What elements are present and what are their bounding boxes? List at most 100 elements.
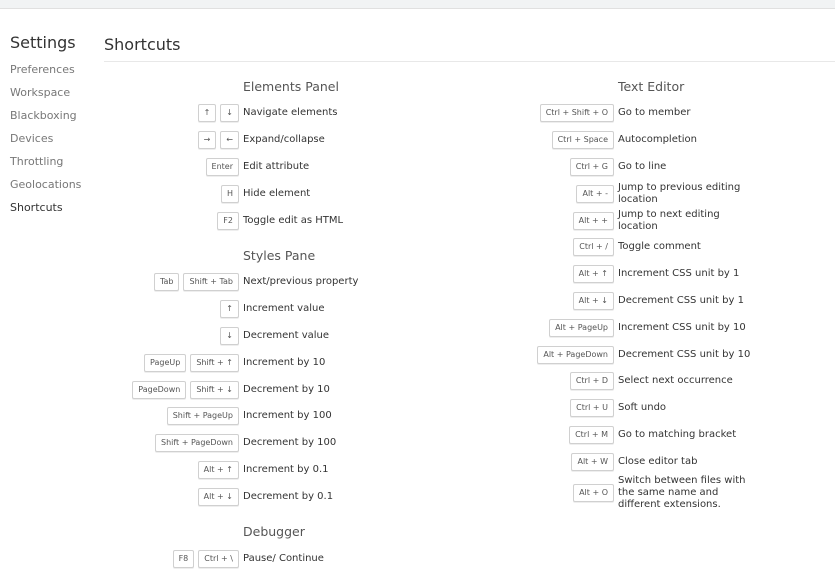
sidebar-item-shortcuts[interactable]: Shortcuts	[10, 196, 98, 219]
shortcut-description: Decrement by 0.1	[243, 490, 334, 502]
key-cap: Alt + ↑	[572, 265, 614, 284]
shortcut-keys: → ←	[104, 131, 239, 150]
shortcut-row: Alt + W Close editor tab	[514, 448, 835, 475]
shortcut-row: Ctrl + Space Autocompletion	[514, 127, 835, 154]
shortcut-keys: Alt + ↓	[104, 487, 239, 506]
shortcut-description: Decrement by 10	[243, 383, 330, 395]
shortcut-row: Tab Shift + Tab Next/previous property	[104, 269, 504, 296]
key-cap: Alt + ↑	[197, 460, 239, 479]
key-cap: Ctrl + /	[573, 238, 614, 257]
shortcut-description: Decrement value	[243, 329, 330, 341]
shortcut-description: Increment by 100	[243, 410, 332, 422]
shortcut-description: Go to member	[618, 107, 691, 119]
title-divider	[104, 61, 835, 62]
shortcut-keys: Ctrl + Space	[514, 131, 614, 150]
sidebar-item-throttling[interactable]: Throttling	[10, 150, 98, 173]
shortcut-row: Alt + ↓ Decrement CSS unit by 1	[514, 288, 835, 315]
key-cap: Alt + ↓	[197, 487, 239, 506]
shortcut-row: Enter Edit attribute	[104, 154, 504, 181]
shortcut-keys: Ctrl + Shift + O	[514, 104, 614, 123]
shortcut-keys: Alt + PageDown	[514, 345, 614, 364]
shortcut-row: Alt + PageDown Decrement CSS unit by 10	[514, 341, 835, 368]
key-cap: Alt + PageUp	[549, 318, 614, 337]
shortcut-row: F8 Ctrl + \ Pause/ Continue	[104, 545, 504, 572]
key-cap: Alt + +	[572, 211, 614, 230]
sidebar-item-blackboxing[interactable]: Blackboxing	[10, 104, 98, 127]
shortcut-keys: Enter	[104, 157, 239, 176]
shortcut-row: ↑ ↓ Navigate elements	[104, 100, 504, 127]
shortcut-row: H Hide element	[104, 180, 504, 207]
key-cap: Shift + ↓	[190, 380, 239, 399]
shortcut-keys: Alt + +	[514, 211, 614, 230]
shortcut-description: Toggle comment	[618, 241, 701, 253]
key-cap: Ctrl + Space	[551, 131, 614, 150]
shortcuts-panel: Shortcuts Elements Panel ↑ ↓ Navigate elem…	[104, 34, 835, 576]
sidebar-item-preferences[interactable]: Preferences	[10, 58, 98, 81]
shortcut-description: Autocompletion	[618, 134, 698, 146]
sidebar-item-workspace[interactable]: Workspace	[10, 81, 98, 104]
shortcut-keys: ↑	[104, 300, 239, 319]
shortcut-description: Close editor tab	[618, 455, 698, 467]
shortcut-row: Alt + ↑ Increment by 0.1	[104, 457, 504, 484]
key-cap: Alt + ↓	[572, 291, 614, 310]
settings-sidebar: Settings Preferences Workspace Blackboxi…	[10, 34, 98, 219]
key-cap: Alt + W	[571, 452, 614, 471]
shortcut-description: Increment value	[243, 303, 325, 315]
key-cap: Ctrl + G	[569, 157, 614, 176]
key-cap: PageDown	[132, 380, 187, 399]
sidebar-item-devices[interactable]: Devices	[10, 127, 98, 150]
shortcut-description: Decrement CSS unit by 10	[618, 348, 751, 360]
key-cap: ↑	[197, 104, 217, 123]
shortcut-keys: Alt + PageUp	[514, 318, 614, 337]
key-cap: Shift + PageUp	[166, 407, 239, 426]
sidebar-nav: Preferences Workspace Blackboxing Device…	[10, 58, 98, 219]
shortcut-description: Next/previous property	[243, 276, 359, 288]
shortcut-keys: Alt + ↓	[514, 291, 614, 310]
shortcut-row: Ctrl + G Go to line	[514, 154, 835, 181]
styles-pane-list: Tab Shift + Tab Next/previous property ↑ Inc…	[104, 269, 504, 516]
shortcut-row: Alt + ↓ Decrement by 0.1	[104, 483, 504, 510]
key-cap: →	[197, 131, 217, 150]
shortcut-keys: Ctrl + D	[514, 372, 614, 391]
key-cap: PageUp	[144, 353, 187, 372]
shortcut-description: Increment CSS unit by 1	[618, 268, 740, 280]
shortcut-description: Go to matching bracket	[618, 428, 737, 440]
shortcut-keys: Alt + ↑	[514, 265, 614, 284]
shortcut-description: Navigate elements	[243, 107, 338, 119]
key-cap: Shift + ↑	[190, 353, 239, 372]
shortcut-keys: Alt + O	[514, 484, 614, 503]
sidebar-item-geolocations[interactable]: Geolocations	[10, 173, 98, 196]
key-cap: Shift + Tab	[183, 273, 239, 292]
shortcut-keys: Alt + ↑	[104, 460, 239, 479]
right-column: Text Editor Ctrl + Shift + O Go to member…	[514, 71, 835, 517]
shortcut-description: Jump to next editing location	[618, 208, 720, 232]
shortcut-row: Alt + ↑ Increment CSS unit by 1	[514, 261, 835, 288]
sidebar-title: Settings	[10, 33, 76, 52]
key-cap: Shift + PageDown	[154, 434, 239, 453]
shortcut-row: Alt + PageUp Increment CSS unit by 10	[514, 314, 835, 341]
shortcut-row: Ctrl + M Go to matching bracket	[514, 422, 835, 449]
shortcut-keys: Tab Shift + Tab	[104, 273, 239, 292]
section-title-elements-panel: Elements Panel	[243, 79, 339, 94]
shortcut-description: Increment by 0.1	[243, 463, 329, 475]
section-title-debugger: Debugger	[243, 524, 305, 540]
shortcut-keys: Alt + -	[514, 184, 614, 203]
shortcut-description: Go to line	[618, 160, 667, 172]
shortcut-description: Toggle edit as HTML	[243, 214, 344, 226]
shortcut-row: → ← Expand/collapse	[104, 127, 504, 154]
shortcut-description: Edit attribute	[243, 160, 310, 172]
shortcut-row: Shift + PageUp Increment by 100	[104, 403, 504, 430]
shortcut-keys: Ctrl + M	[514, 425, 614, 444]
shortcut-description: Increment CSS unit by 10	[618, 321, 746, 333]
shortcut-row: Alt + + Jump to next editing location	[514, 207, 835, 234]
shortcut-row: Ctrl + Shift + O Go to member	[514, 100, 835, 127]
shortcut-keys: F8 Ctrl + \	[104, 549, 239, 568]
shortcut-row: PageDown Shift + ↓ Decrement by 10	[104, 376, 504, 403]
shortcut-keys: Alt + W	[514, 452, 614, 471]
key-cap: Alt + O	[573, 484, 614, 503]
shortcut-keys: PageDown Shift + ↓	[104, 380, 239, 399]
shortcut-row: ↓ Decrement value	[104, 323, 504, 350]
key-cap: Ctrl + \	[198, 549, 239, 568]
key-cap: Ctrl + M	[569, 425, 614, 444]
